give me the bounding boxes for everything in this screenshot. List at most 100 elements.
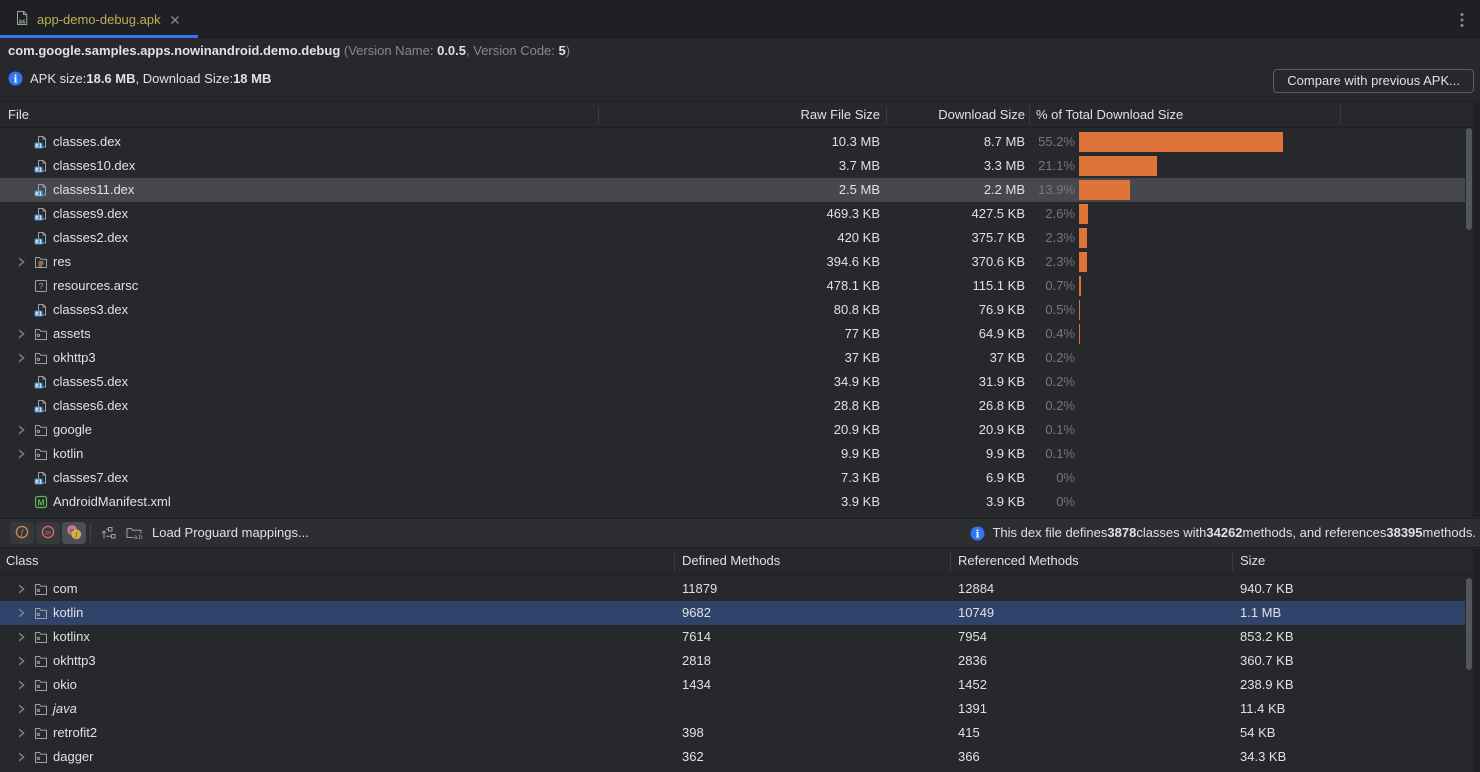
close-icon[interactable] — [170, 15, 180, 25]
defined-methods: 1434 — [682, 673, 711, 697]
svg-text:01: 01 — [35, 167, 42, 173]
chevron-right-icon[interactable] — [15, 751, 27, 763]
chevron-right-icon[interactable] — [15, 631, 27, 643]
show-fields-toggle[interactable]: f — [10, 522, 34, 544]
column-divider[interactable] — [674, 552, 675, 571]
chevron-right-icon[interactable] — [15, 703, 27, 715]
more-options-icon[interactable] — [1454, 11, 1470, 32]
file-row[interactable]: 01 classes7.dex 7.3 KB 6.9 KB 0% — [0, 466, 1465, 490]
file-row[interactable]: 01 classes6.dex 28.8 KB 26.8 KB 0.2% — [0, 394, 1465, 418]
column-divider[interactable] — [1029, 106, 1030, 124]
file-row[interactable]: 01 classes9.dex 469.3 KB 427.5 KB 2.6% — [0, 202, 1465, 226]
chevron-right-icon[interactable] — [15, 679, 27, 691]
show-methods-toggle[interactable]: m — [36, 522, 60, 544]
file-name: res — [53, 250, 71, 274]
compare-with-previous-apk-button[interactable]: Compare with previous APK... — [1273, 69, 1474, 93]
chevron-right-icon[interactable] — [15, 448, 27, 460]
info-icon: i — [970, 526, 985, 541]
chevron-right-icon[interactable] — [15, 352, 27, 364]
download-pct: 2.6% — [935, 202, 1075, 226]
file-row[interactable]: 01 classes11.dex 2.5 MB 2.2 MB 13.9% — [0, 178, 1465, 202]
column-divider[interactable] — [1340, 106, 1341, 124]
chevron-right-icon[interactable] — [15, 424, 27, 436]
chevron-right-icon[interactable] — [15, 583, 27, 595]
column-class[interactable]: Class — [6, 549, 39, 573]
load-proguard-mappings-link[interactable]: Load Proguard mappings... — [152, 519, 309, 547]
svg-text:01: 01 — [35, 383, 42, 389]
dex-info-part: methods. — [1423, 519, 1476, 547]
tab-apk-file[interactable]: app-demo-debug.apk — [0, 0, 198, 38]
methods-toggle-icon: m — [40, 524, 56, 543]
file-row[interactable]: assets 77 KB 64.9 KB 0.4% — [0, 322, 1465, 346]
chevron-right-icon — [15, 232, 27, 244]
chevron-right-icon — [15, 280, 27, 292]
file-row[interactable]: 01 classes.dex 10.3 MB 8.7 MB 55.2% — [0, 130, 1465, 154]
file-name: AndroidManifest.xml — [53, 490, 171, 514]
download-pct-bar — [1079, 396, 1450, 416]
file-row[interactable]: 01 classes5.dex 34.9 KB 31.9 KB 0.2% — [0, 370, 1465, 394]
class-row[interactable]: okio 1434 1452 238.9 KB — [0, 673, 1465, 697]
column-defined-methods[interactable]: Defined Methods — [682, 549, 780, 573]
file-row[interactable]: 01 classes3.dex 80.8 KB 76.9 KB 0.5% — [0, 298, 1465, 322]
dex-toolbar: f m mf a.b Load Proguard mappings... iTh… — [0, 518, 1480, 548]
download-pct-bar — [1079, 468, 1450, 488]
dex-icon: 01 — [33, 134, 49, 150]
dex-icon: 01 — [33, 230, 49, 246]
chevron-right-icon[interactable] — [15, 328, 27, 340]
referenced-methods: 2836 — [958, 649, 987, 673]
file-name: classes.dex — [53, 130, 121, 154]
class-size: 1.1 MB — [1240, 601, 1281, 625]
column-divider[interactable] — [950, 552, 951, 571]
dex-icon: 01 — [33, 374, 49, 390]
folder-pkg-icon — [33, 350, 49, 366]
column-divider[interactable] — [886, 106, 887, 124]
chevron-right-icon — [15, 472, 27, 484]
column-referenced-methods[interactable]: Referenced Methods — [958, 549, 1079, 573]
download-pct-bar — [1079, 324, 1450, 344]
show-all-toggle[interactable]: mf — [62, 522, 86, 544]
download-pct: 55.2% — [935, 130, 1075, 154]
chevron-right-icon[interactable] — [15, 727, 27, 739]
column-file[interactable]: File — [8, 103, 29, 127]
file-row[interactable]: 01 classes10.dex 3.7 MB 3.3 MB 21.1% — [0, 154, 1465, 178]
apk-size-value: 18.6 MB — [86, 71, 135, 86]
class-row[interactable]: okhttp3 2818 2836 360.7 KB — [0, 649, 1465, 673]
chevron-right-icon[interactable] — [15, 256, 27, 268]
expand-nodes-button[interactable] — [99, 524, 117, 545]
class-table-scrollbar[interactable] — [1466, 578, 1472, 670]
class-row[interactable]: retrofit2 398 415 54 KB — [0, 721, 1465, 745]
column-size[interactable]: Size — [1240, 549, 1265, 573]
class-row[interactable]: kotlinx 7614 7954 853.2 KB — [0, 625, 1465, 649]
file-row[interactable]: google 20.9 KB 20.9 KB 0.1% — [0, 418, 1465, 442]
column-divider[interactable] — [598, 106, 599, 124]
file-row[interactable]: M AndroidManifest.xml 3.9 KB 3.9 KB 0% — [0, 490, 1465, 514]
show-package-names-button[interactable]: a.b — [124, 524, 144, 545]
chevron-right-icon[interactable] — [15, 607, 27, 619]
class-size: 11.4 KB — [1240, 697, 1285, 721]
defined-methods: 7614 — [682, 625, 711, 649]
file-row[interactable]: ? resources.arsc 478.1 KB 115.1 KB 0.7% — [0, 274, 1465, 298]
file-name: resources.arsc — [53, 274, 138, 298]
column-divider[interactable] — [1232, 552, 1233, 571]
folder-pkg-icon — [33, 701, 49, 717]
column-download-size[interactable]: Download Size — [845, 103, 1025, 127]
file-row[interactable]: okhttp3 37 KB 37 KB 0.2% — [0, 346, 1465, 370]
file-row[interactable]: res 394.6 KB 370.6 KB 2.3% — [0, 250, 1465, 274]
download-pct-bar-fill — [1079, 276, 1081, 296]
svg-text:01: 01 — [35, 215, 42, 221]
class-row[interactable]: com 11879 12884 940.7 KB — [0, 577, 1465, 601]
methods-and-fields-toggle-icon: mf — [66, 524, 82, 543]
svg-text:01: 01 — [35, 311, 42, 317]
file-name: assets — [53, 322, 91, 346]
version-code-label: , Version Code: — [466, 43, 559, 58]
column-pct-of-total-download-size[interactable]: % of Total Download Size — [1036, 103, 1183, 127]
file-table-scrollbar[interactable] — [1466, 128, 1472, 230]
class-row[interactable]: java 1391 11.4 KB — [0, 697, 1465, 721]
file-name: google — [53, 418, 92, 442]
file-row[interactable]: kotlin 9.9 KB 9.9 KB 0.1% — [0, 442, 1465, 466]
class-row[interactable]: dagger 362 366 34.3 KB — [0, 745, 1465, 769]
class-row[interactable]: kotlin 9682 10749 1.1 MB — [0, 601, 1465, 625]
file-row[interactable]: 01 classes2.dex 420 KB 375.7 KB 2.3% — [0, 226, 1465, 250]
chevron-right-icon[interactable] — [15, 655, 27, 667]
defined-methods: 9682 — [682, 601, 711, 625]
